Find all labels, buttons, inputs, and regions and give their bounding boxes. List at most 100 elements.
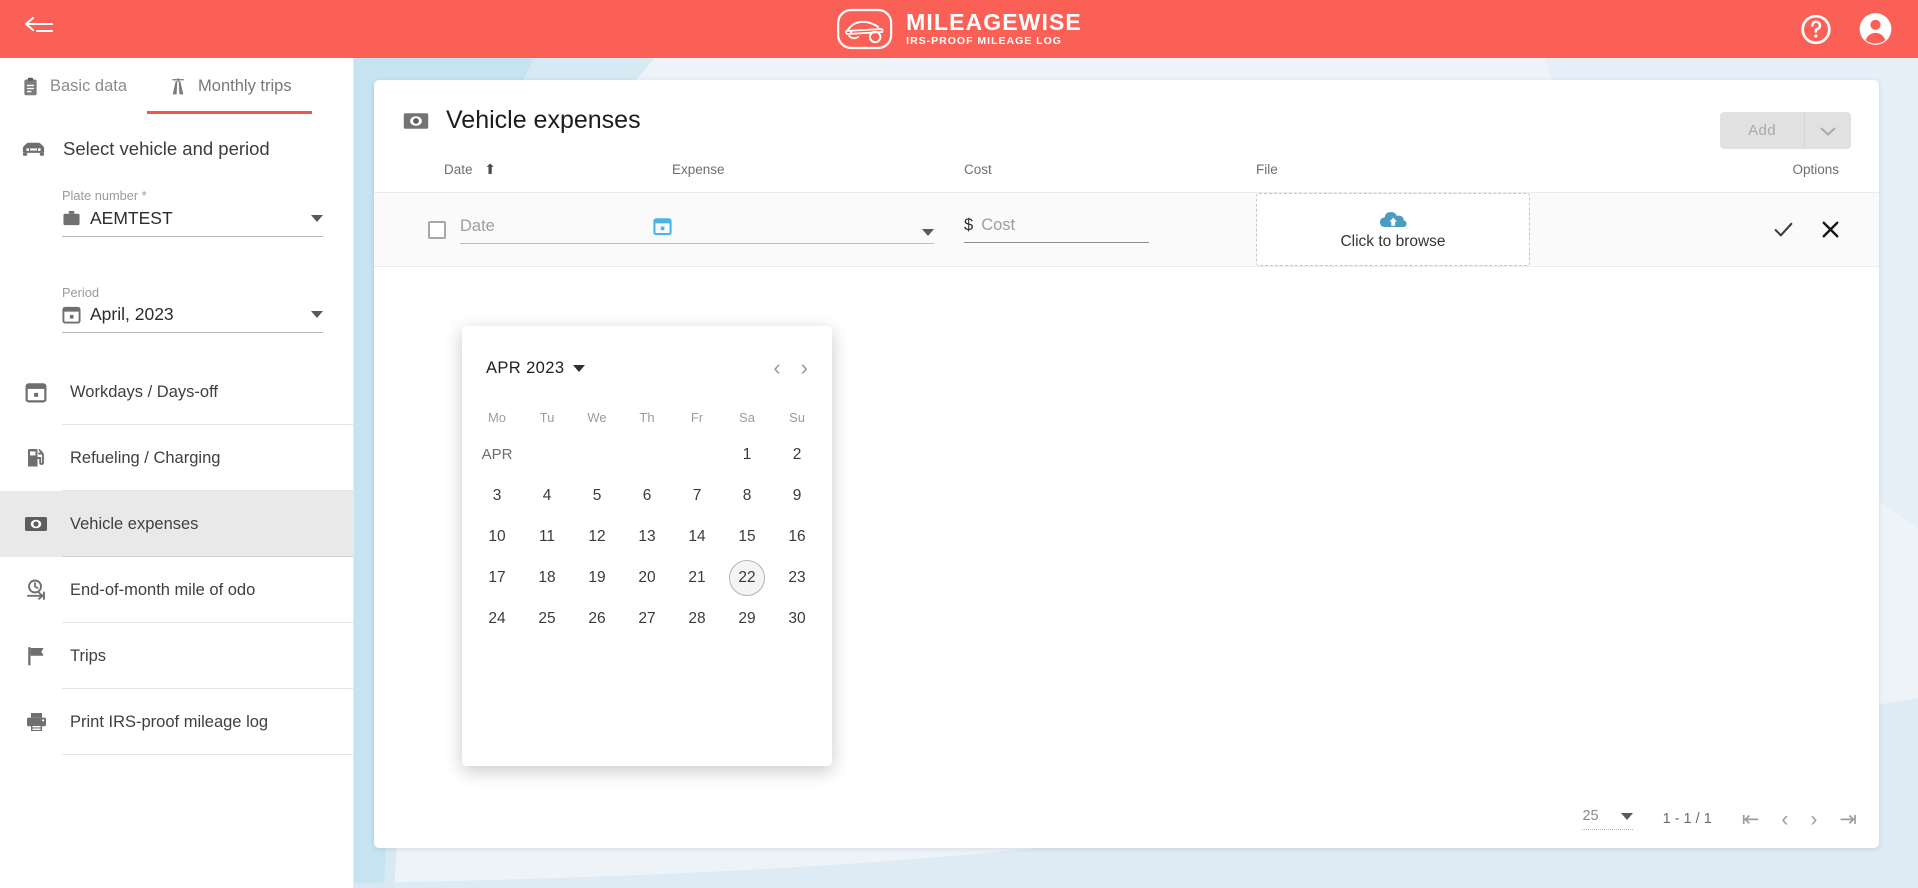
date-picker-day-cell[interactable]: 1 xyxy=(722,434,772,475)
sidebar-item-print-log[interactable]: Print IRS-proof mileage log xyxy=(0,689,353,756)
date-picker-day-cell[interactable]: 26 xyxy=(572,598,622,639)
date-picker-day-24[interactable]: 24 xyxy=(479,601,515,637)
period-chevron-down-icon[interactable] xyxy=(311,311,323,319)
sidebar-collapse-button[interactable] xyxy=(22,14,58,44)
help-circle-icon[interactable] xyxy=(1799,12,1833,46)
calendar-picker-icon[interactable] xyxy=(653,216,672,236)
date-picker-day-cell[interactable]: 19 xyxy=(572,557,622,598)
date-picker-day-13[interactable]: 13 xyxy=(629,519,665,555)
date-picker-day-18[interactable]: 18 xyxy=(529,560,565,596)
date-picker-day-cell[interactable]: 8 xyxy=(722,475,772,516)
row-select-checkbox[interactable] xyxy=(428,220,446,239)
date-picker-day-cell[interactable]: 3 xyxy=(472,475,522,516)
date-picker-day-20[interactable]: 20 xyxy=(629,560,665,596)
file-upload-dropzone[interactable]: Click to browse xyxy=(1256,193,1530,266)
date-picker-day-cell[interactable]: 9 xyxy=(772,475,822,516)
date-picker-day-cell[interactable]: 16 xyxy=(772,516,822,557)
date-picker-day-9[interactable]: 9 xyxy=(779,478,815,514)
tab-basic-data[interactable]: Basic data xyxy=(0,58,147,114)
add-button[interactable]: Add xyxy=(1720,112,1805,149)
date-picker-day-10[interactable]: 10 xyxy=(479,519,515,555)
sidebar-item-refueling[interactable]: Refueling / Charging xyxy=(0,425,353,492)
next-page-icon[interactable]: › xyxy=(1810,809,1817,830)
account-circle-icon[interactable] xyxy=(1857,11,1894,48)
date-picker-day-2[interactable]: 2 xyxy=(779,437,815,473)
date-picker-day-5[interactable]: 5 xyxy=(579,478,615,514)
date-picker-day-12[interactable]: 12 xyxy=(579,519,615,555)
cost-input[interactable]: Cost xyxy=(981,216,1149,235)
date-picker-day-cell[interactable]: 30 xyxy=(772,598,822,639)
date-picker-day-11[interactable]: 11 xyxy=(529,519,565,555)
page-size-select[interactable]: 25 xyxy=(1582,808,1633,830)
add-dropdown-button[interactable] xyxy=(1805,112,1851,149)
date-picker-day-4[interactable]: 4 xyxy=(529,478,565,514)
date-picker-day-3[interactable]: 3 xyxy=(479,478,515,514)
date-picker-day-17[interactable]: 17 xyxy=(479,560,515,596)
column-header-file[interactable]: File xyxy=(1256,157,1646,193)
date-input-wrapper[interactable]: Date xyxy=(460,216,672,244)
date-picker-day-cell[interactable]: 25 xyxy=(522,598,572,639)
tab-monthly-trips[interactable]: Monthly trips xyxy=(147,58,312,114)
first-page-icon[interactable]: ⇤ xyxy=(1742,809,1760,830)
prev-page-icon[interactable]: ‹ xyxy=(1781,809,1788,830)
date-picker-day-cell[interactable]: 2 xyxy=(772,434,822,475)
date-picker-day-22[interactable]: 22 xyxy=(729,559,765,596)
date-picker-day-cell[interactable]: 15 xyxy=(722,516,772,557)
column-header-date[interactable]: Date ⬆ xyxy=(374,157,672,193)
date-picker-day-cell[interactable]: 5 xyxy=(572,475,622,516)
date-picker-day-cell[interactable]: 14 xyxy=(672,516,722,557)
sidebar-item-vehicle-expenses[interactable]: Vehicle expenses xyxy=(0,491,353,558)
column-header-expense[interactable]: Expense xyxy=(672,157,964,193)
sidebar-item-end-of-month-odo[interactable]: End-of-month mile of odo xyxy=(0,557,353,624)
sidebar-item-trips[interactable]: Trips xyxy=(0,623,353,690)
last-page-icon[interactable]: ⇥ xyxy=(1839,809,1857,830)
date-picker-day-27[interactable]: 27 xyxy=(629,601,665,637)
date-input[interactable]: Date xyxy=(460,217,643,236)
chevron-right-icon[interactable]: › xyxy=(801,357,808,379)
expense-select-wrapper[interactable] xyxy=(672,216,934,244)
column-header-cost[interactable]: Cost xyxy=(964,157,1256,193)
date-picker-day-26[interactable]: 26 xyxy=(579,601,615,637)
date-picker-day-14[interactable]: 14 xyxy=(679,519,715,555)
date-picker-day-8[interactable]: 8 xyxy=(729,478,765,514)
date-picker-day-cell[interactable]: 23 xyxy=(772,557,822,598)
date-picker-day-29[interactable]: 29 xyxy=(729,601,765,637)
expense-chevron-down-icon[interactable] xyxy=(922,228,934,236)
date-picker-day-28[interactable]: 28 xyxy=(679,601,715,637)
date-picker-day-7[interactable]: 7 xyxy=(679,478,715,514)
date-picker-day-cell[interactable]: 22 xyxy=(722,557,772,598)
date-picker-day-15[interactable]: 15 xyxy=(729,519,765,555)
check-icon[interactable] xyxy=(1771,217,1796,242)
date-picker-day-cell[interactable]: 12 xyxy=(572,516,622,557)
date-picker-day-cell[interactable]: 4 xyxy=(522,475,572,516)
date-picker-day-cell[interactable]: 21 xyxy=(672,557,722,598)
date-picker-day-cell[interactable]: 24 xyxy=(472,598,522,639)
date-picker-day-1[interactable]: 1 xyxy=(729,437,765,473)
date-picker-day-cell[interactable]: 28 xyxy=(672,598,722,639)
plate-number-field[interactable]: Plate number * AEMTEST xyxy=(62,188,323,237)
date-picker-period-button[interactable]: APR 2023 xyxy=(486,359,586,378)
date-picker-day-21[interactable]: 21 xyxy=(679,560,715,596)
date-picker-day-cell[interactable]: 29 xyxy=(722,598,772,639)
date-picker-day-cell[interactable]: 27 xyxy=(622,598,672,639)
date-picker-day-cell[interactable]: 7 xyxy=(672,475,722,516)
plate-number-chevron-down-icon[interactable] xyxy=(311,214,323,222)
date-picker-day-cell[interactable]: 6 xyxy=(622,475,672,516)
date-picker-day-6[interactable]: 6 xyxy=(629,478,665,514)
date-picker-day-cell[interactable]: 10 xyxy=(472,516,522,557)
cost-input-wrapper[interactable]: $ Cost xyxy=(964,216,1149,243)
date-picker-day-23[interactable]: 23 xyxy=(779,560,815,596)
period-field[interactable]: Period April, 2023 xyxy=(62,285,323,334)
date-picker-day-16[interactable]: 16 xyxy=(779,519,815,555)
close-icon[interactable] xyxy=(1818,217,1843,242)
date-picker-day-cell[interactable]: 20 xyxy=(622,557,672,598)
date-picker-day-30[interactable]: 30 xyxy=(779,601,815,637)
date-picker-day-cell[interactable]: 18 xyxy=(522,557,572,598)
date-picker-day-19[interactable]: 19 xyxy=(579,560,615,596)
sidebar-item-workdays[interactable]: Workdays / Days-off xyxy=(0,359,353,426)
date-picker-day-cell[interactable]: 13 xyxy=(622,516,672,557)
date-picker-day-cell[interactable]: 11 xyxy=(522,516,572,557)
date-picker-day-cell[interactable]: 17 xyxy=(472,557,522,598)
chevron-left-icon[interactable]: ‹ xyxy=(773,357,780,379)
date-picker-day-25[interactable]: 25 xyxy=(529,601,565,637)
